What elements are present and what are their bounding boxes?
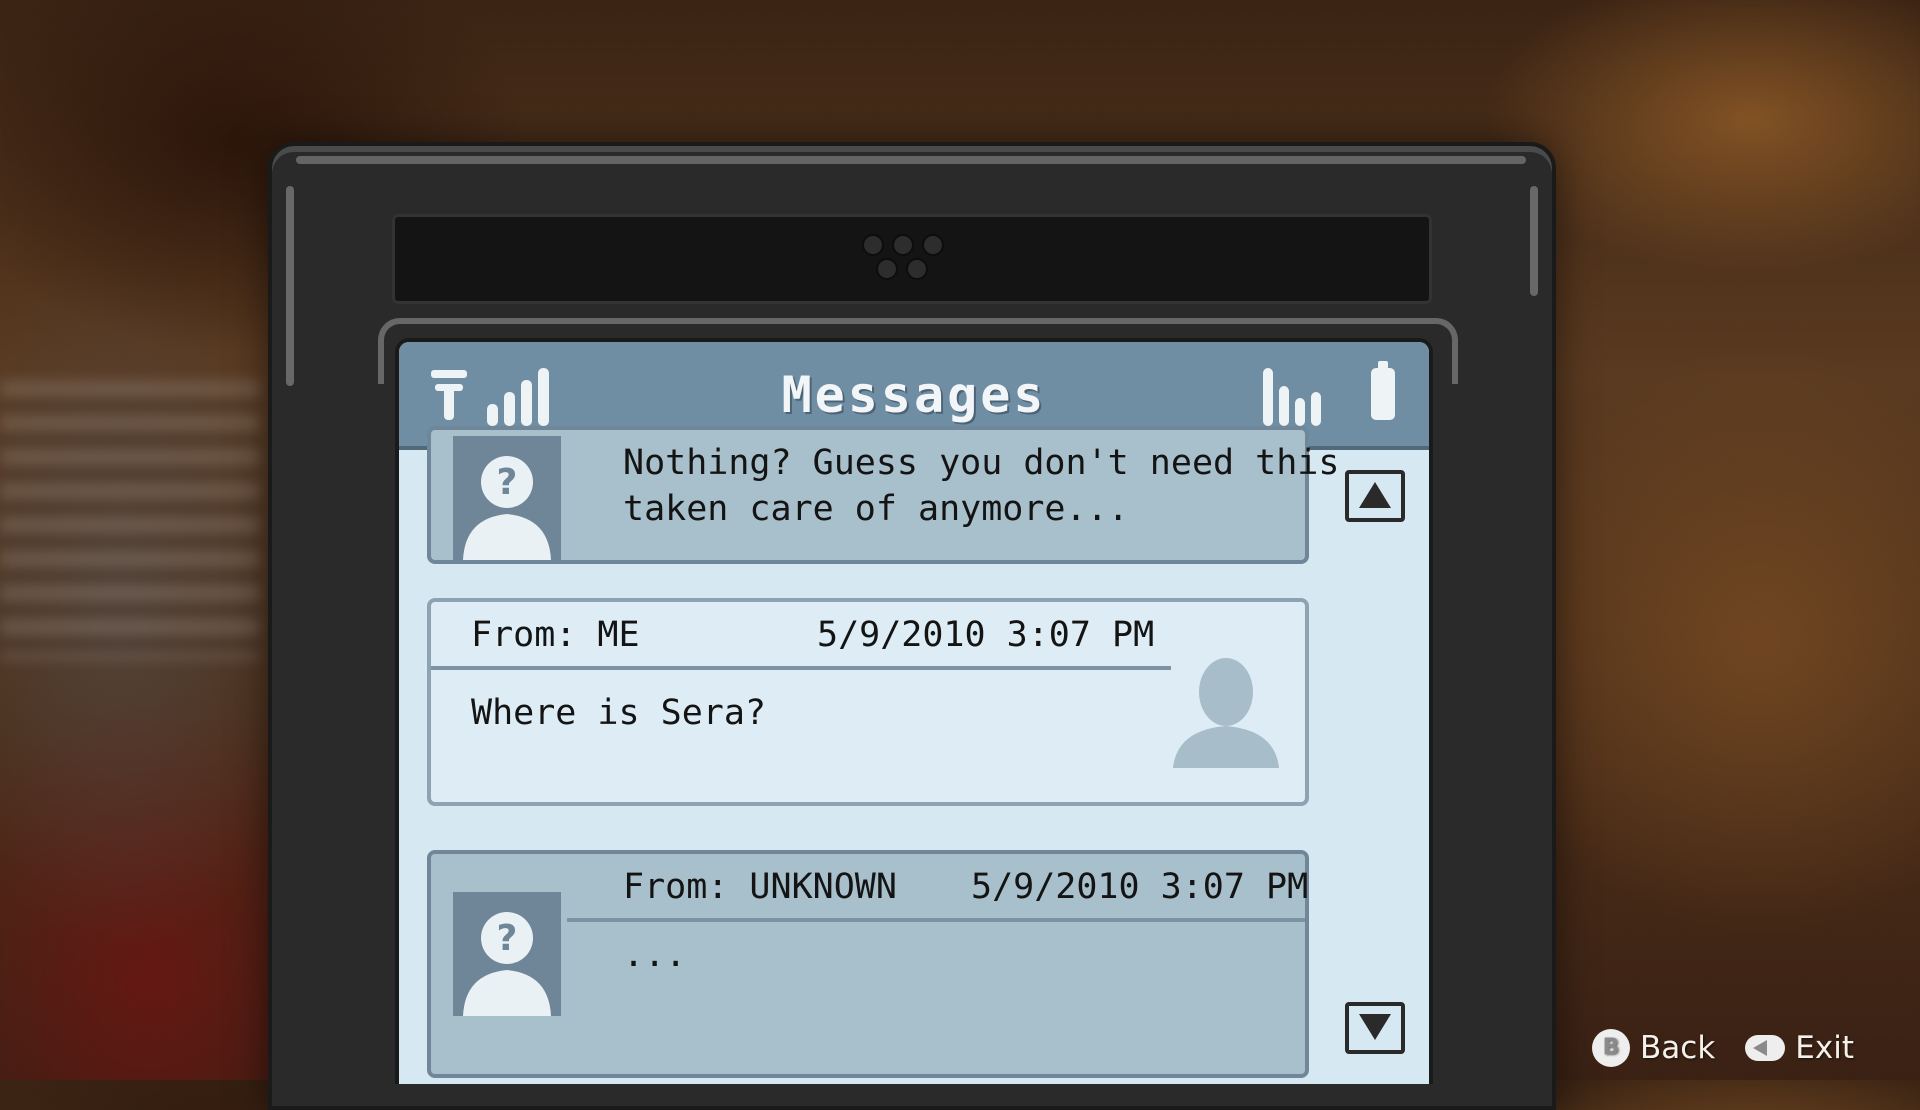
speaker-grill-icon — [862, 234, 972, 284]
battery-icon — [1371, 361, 1395, 420]
back-hint[interactable]: B Back — [1592, 1029, 1715, 1067]
scroll-up-button[interactable] — [1345, 470, 1405, 522]
phone-screen: Messages ? Nothing? Guess you don't need… — [395, 338, 1433, 1084]
phone-speaker — [392, 214, 1432, 304]
triangle-down-icon — [1359, 1014, 1391, 1040]
exit-label: Exit — [1795, 1030, 1854, 1066]
message-body: Nothing? Guess you don't need this taken… — [623, 443, 1340, 529]
message-sender: From: UNKNOWN — [623, 867, 897, 907]
message-timestamp: 5/9/2010 3:07 PM — [971, 867, 1309, 907]
svg-text:?: ? — [497, 918, 518, 959]
person-silhouette-avatar — [1173, 658, 1279, 768]
svg-text:?: ? — [497, 462, 518, 503]
message-body: Where is Sera? — [471, 693, 767, 733]
unknown-person-avatar: ? — [453, 436, 561, 560]
controller-hints: B Back Exit — [1592, 1026, 1854, 1070]
message-timestamp: 5/9/2010 3:07 PM — [817, 615, 1155, 655]
message-item[interactable]: From: ME 5/9/2010 3:07 PM Where is Sera? — [427, 598, 1309, 806]
message-list[interactable]: ? Nothing? Guess you don't need this tak… — [399, 426, 1429, 1084]
exit-button-icon — [1745, 1035, 1786, 1061]
b-button-icon: B — [1592, 1029, 1631, 1067]
unknown-person-avatar: ? — [453, 892, 561, 1016]
message-body: ... — [623, 935, 687, 975]
background-blur — [0, 380, 260, 660]
message-item[interactable]: ? Nothing? Guess you don't need this tak… — [427, 426, 1339, 564]
message-sender: From: ME — [471, 615, 640, 655]
back-label: Back — [1640, 1030, 1716, 1066]
triangle-up-icon — [1359, 482, 1391, 508]
exit-hint[interactable]: Exit — [1745, 1030, 1854, 1066]
scroll-down-button[interactable] — [1345, 1002, 1405, 1054]
message-item[interactable]: From: UNKNOWN 5/9/2010 3:07 PM ? ... — [427, 850, 1309, 1078]
volume-bars-icon — [1263, 362, 1325, 426]
